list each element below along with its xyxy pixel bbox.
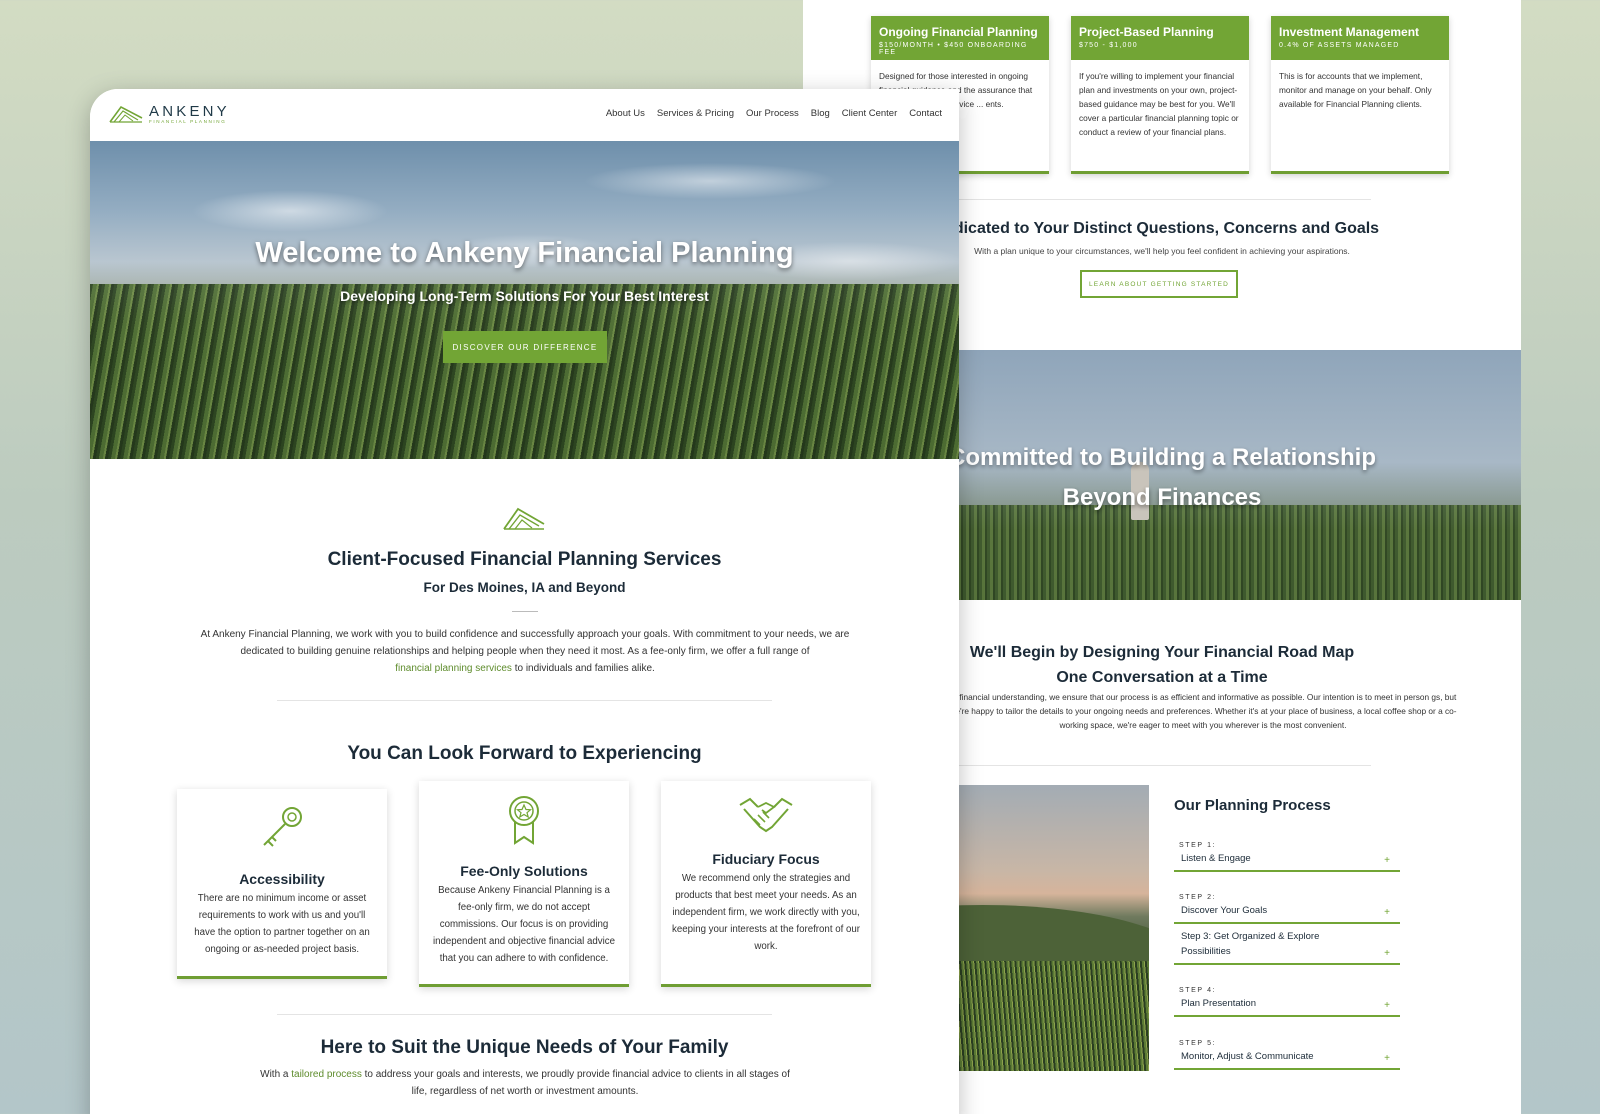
tailored-process-link[interactable]: tailored process bbox=[291, 1069, 362, 1080]
service-title: Project-Based Planning bbox=[1079, 25, 1214, 39]
body-text: With a bbox=[260, 1069, 292, 1080]
step-number: STEP 2: bbox=[1179, 894, 1217, 901]
nav-services-pricing[interactable]: Services & Pricing bbox=[657, 108, 734, 119]
section-divider bbox=[277, 700, 772, 701]
process-step-4[interactable]: STEP 4: Plan Presentation + bbox=[1174, 987, 1400, 1017]
learn-getting-started-button[interactable]: LEARN ABOUT GETTING STARTED bbox=[1080, 270, 1238, 298]
service-title: Ongoing Financial Planning bbox=[879, 25, 1038, 39]
step-label: Listen & Engage bbox=[1181, 853, 1251, 864]
feature-card-fiduciary: Fiduciary Focus We recommend only the st… bbox=[661, 781, 871, 987]
top-navigation: ANKENY FINANCIAL PLANNING About Us Servi… bbox=[90, 89, 959, 141]
step-label: Discover Your Goals bbox=[1181, 905, 1268, 916]
logo-wordmark: ANKENY bbox=[149, 102, 230, 120]
nav-blog[interactable]: Blog bbox=[811, 108, 830, 119]
handshake-icon bbox=[739, 797, 793, 833]
service-card-header: Project-Based Planning $750 - $1,000 bbox=[1071, 16, 1249, 60]
process-step-3[interactable]: Step 3: Get Organized & Explore Possibil… bbox=[1174, 929, 1400, 965]
nav-about-us[interactable]: About Us bbox=[606, 108, 645, 119]
road-map-description: ur financial understanding, we ensure th… bbox=[949, 692, 1457, 730]
service-card-investment[interactable]: Investment Management 0.4% OF ASSETS MAN… bbox=[1271, 16, 1449, 174]
step-label: Plan Presentation bbox=[1181, 998, 1256, 1009]
step-number: STEP 5: bbox=[1179, 1040, 1217, 1047]
cornfield bbox=[90, 284, 959, 459]
key-icon bbox=[263, 807, 302, 847]
heading-rule bbox=[512, 611, 538, 612]
feature-title: Accessibility bbox=[239, 871, 325, 887]
service-card-project[interactable]: Project-Based Planning $750 - $1,000 If … bbox=[1071, 16, 1249, 174]
process-step-2[interactable]: STEP 2: Discover Your Goals + bbox=[1174, 894, 1400, 924]
body-text: to individuals and families alike. bbox=[511, 663, 655, 674]
feature-body: There are no minimum income or asset req… bbox=[194, 893, 370, 955]
service-price: $750 - $1,000 bbox=[1079, 42, 1138, 49]
site-logo[interactable]: ANKENY FINANCIAL PLANNING bbox=[109, 104, 230, 124]
feature-card-accessibility: Accessibility There are no minimum incom… bbox=[177, 789, 387, 979]
service-title: Investment Management bbox=[1279, 25, 1420, 39]
client-focused-body: At Ankeny Financial Planning, we work wi… bbox=[187, 626, 863, 677]
body-text: to address your goals and interests, we … bbox=[361, 1069, 790, 1097]
service-description: This is for accounts that we implement, … bbox=[1279, 71, 1432, 109]
section-divider bbox=[953, 765, 1371, 766]
hero-title: Welcome to Ankeny Financial Planning bbox=[255, 237, 794, 269]
front-page-preview: ANKENY FINANCIAL PLANNING About Us Servi… bbox=[90, 89, 959, 1114]
plus-icon[interactable]: + bbox=[1384, 907, 1390, 918]
nav-links: About Us Services & Pricing Our Process … bbox=[606, 108, 942, 119]
service-card-header: Investment Management 0.4% OF ASSETS MAN… bbox=[1271, 16, 1449, 60]
sky-clouds bbox=[90, 141, 959, 301]
plus-icon[interactable]: + bbox=[1384, 948, 1390, 959]
feature-body: Because Ankeny Financial Planning is a f… bbox=[432, 885, 616, 964]
look-forward-heading: You Can Look Forward to Experiencing bbox=[347, 743, 702, 764]
financial-planning-services-link[interactable]: financial planning services bbox=[395, 663, 512, 674]
planning-process-heading: Our Planning Process bbox=[1174, 797, 1331, 814]
process-step-1[interactable]: STEP 1: Listen & Engage + bbox=[1174, 842, 1400, 872]
logo-mark-icon bbox=[503, 507, 545, 530]
service-card-header: Ongoing Financial Planning $150/MONTH • … bbox=[871, 16, 1049, 60]
section-divider bbox=[953, 199, 1371, 200]
nav-client-center[interactable]: Client Center bbox=[842, 108, 897, 119]
service-price: $150/MONTH • $450 ONBOARDING FEE bbox=[879, 42, 1028, 56]
feature-title: Fiduciary Focus bbox=[712, 851, 820, 867]
discover-difference-button[interactable]: DISCOVER OUR DIFFERENCE bbox=[443, 331, 607, 363]
feature-title: Fee-Only Solutions bbox=[460, 863, 588, 879]
plus-icon[interactable]: + bbox=[1384, 855, 1390, 866]
hero-banner: Welcome to Ankeny Financial Planning Dev… bbox=[90, 141, 959, 459]
section-divider bbox=[277, 1014, 772, 1015]
logo-mark-icon bbox=[109, 105, 143, 123]
service-description: If you're willing to implement your fina… bbox=[1079, 71, 1239, 137]
feature-card-fee-only: Fee-Only Solutions Because Ankeny Financ… bbox=[419, 781, 629, 987]
plus-icon[interactable]: + bbox=[1384, 1053, 1390, 1064]
nav-our-process[interactable]: Our Process bbox=[746, 108, 799, 119]
step-label: Step 3: Get Organized & Explore Possibil… bbox=[1181, 931, 1320, 957]
client-focused-heading: Client-Focused Financial Planning Servic… bbox=[327, 549, 722, 570]
logo-tagline: FINANCIAL PLANNING bbox=[149, 118, 227, 124]
step-number: STEP 1: bbox=[1179, 842, 1217, 849]
award-ribbon-icon bbox=[509, 796, 539, 845]
client-focused-subheading: For Des Moines, IA and Beyond bbox=[423, 580, 626, 595]
step-number: STEP 4: bbox=[1179, 987, 1217, 994]
plus-icon[interactable]: + bbox=[1384, 1000, 1390, 1011]
hero-subtitle: Developing Long-Term Solutions For Your … bbox=[340, 288, 709, 304]
body-text: At Ankeny Financial Planning, we work wi… bbox=[200, 629, 850, 657]
feature-body: We recommend only the strategies and pro… bbox=[672, 873, 860, 952]
step-label: Monitor, Adjust & Communicate bbox=[1181, 1051, 1314, 1062]
unique-needs-body: With a tailored process to address your … bbox=[260, 1066, 790, 1100]
nav-contact[interactable]: Contact bbox=[909, 108, 942, 119]
process-step-5[interactable]: STEP 5: Monitor, Adjust & Communicate + bbox=[1174, 1040, 1400, 1070]
service-price: 0.4% OF ASSETS MANAGED bbox=[1279, 42, 1400, 49]
unique-needs-heading: Here to Suit the Unique Needs of Your Fa… bbox=[320, 1037, 729, 1058]
